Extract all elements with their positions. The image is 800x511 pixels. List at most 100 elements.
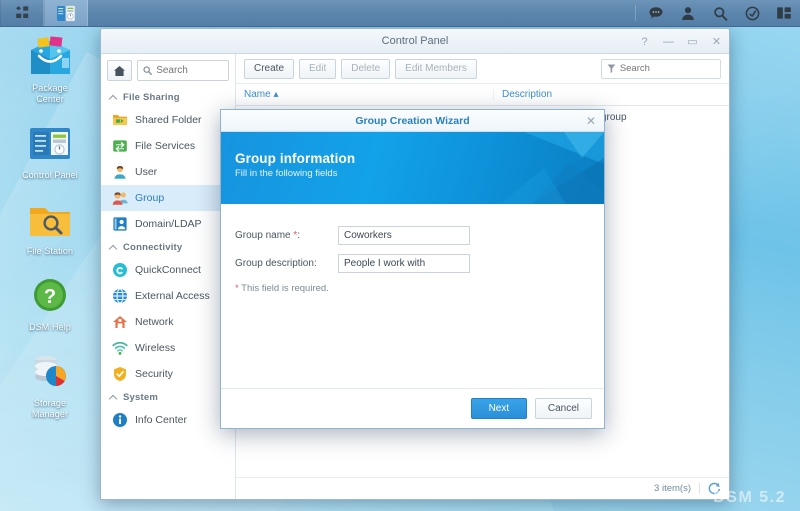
sidebar-group-connectivity[interactable]: Connectivity (101, 237, 235, 257)
page-title: Control Panel (381, 35, 449, 47)
sidebar-group-label: System (123, 392, 158, 403)
taskbar-item-control-panel[interactable] (44, 0, 88, 26)
widgets-icon[interactable] (768, 0, 800, 26)
window-titlebar[interactable]: Control Panel ? — ▭ ✕ (101, 29, 729, 54)
sidebar-group-label: Connectivity (123, 242, 183, 253)
taskbar-tray (631, 0, 800, 26)
sidebar-item-user[interactable]: User (101, 159, 235, 185)
sidebar-item-group[interactable]: Group (101, 185, 235, 211)
sidebar-group-system[interactable]: System (101, 387, 235, 407)
column-header-name[interactable]: Name ▴ (236, 89, 494, 100)
home-button[interactable] (107, 60, 132, 81)
maximize-button[interactable]: ▭ (686, 35, 699, 48)
dialog-form: Group name *: Group description: * This … (221, 204, 604, 388)
toolbar-search[interactable] (601, 58, 721, 79)
group-creation-wizard-dialog: Group Creation Wizard ✕ Group informatio… (220, 109, 605, 429)
sidebar-item-wireless[interactable]: Wireless (101, 335, 235, 361)
sidebar-item-label: File Services (135, 140, 196, 152)
sidebar-group-label: File Sharing (123, 92, 180, 103)
group-description-field[interactable] (338, 254, 470, 273)
desktop-icon-dsm-help[interactable]: ? DSM Help (0, 273, 100, 333)
main-menu-button[interactable] (0, 0, 44, 26)
chevron-up-icon (110, 94, 118, 102)
filter-icon (607, 64, 616, 73)
dsm-version-watermark: DSM 5.2 (713, 489, 786, 506)
control-panel-icon (26, 121, 74, 167)
dialog-title: Group Creation Wizard (355, 115, 470, 127)
edit-members-button[interactable]: Edit Members (395, 58, 477, 79)
desktop-icon-file-station[interactable]: File Station (0, 197, 100, 257)
group-description-label: Group description: (235, 258, 317, 269)
control-panel-icon (57, 5, 76, 21)
sidebar-header (101, 54, 235, 85)
sidebar-item-security[interactable]: Security (101, 361, 235, 387)
column-header-description[interactable]: Description (494, 89, 729, 100)
quickconnect-icon (112, 262, 128, 278)
domain-ldap-icon (112, 216, 128, 232)
file-services-icon (112, 138, 128, 154)
sidebar-search-input[interactable] (156, 65, 223, 76)
external-access-icon (112, 288, 128, 304)
user-account-icon[interactable] (672, 0, 704, 26)
group-name-field[interactable] (338, 226, 470, 245)
package-center-icon (26, 34, 74, 80)
group-icon (112, 190, 128, 206)
cancel-button[interactable]: Cancel (534, 398, 592, 419)
status-divider (699, 483, 700, 494)
sidebar-search[interactable] (137, 60, 229, 81)
sidebar-item-quickconnect[interactable]: QuickConnect (101, 257, 235, 283)
toolbar-search-input[interactable] (619, 63, 715, 74)
sidebar-item-domain-ldap[interactable]: Domain/LDAP (101, 211, 235, 237)
desktop-icon-label: Storage (33, 398, 67, 408)
sidebar-group-file-sharing[interactable]: File Sharing (101, 87, 235, 107)
group-description-label-text: Group description (235, 258, 314, 269)
group-name-label-text: Group name (235, 230, 291, 241)
dialog-subheading: Fill in the following fields (235, 168, 338, 179)
sidebar-item-label: Info Center (135, 414, 187, 426)
close-icon[interactable]: ✕ (586, 110, 596, 132)
status-bar: 3 item(s) (236, 477, 729, 499)
form-row-group-name: Group name *: (235, 226, 604, 245)
sidebar-item-label: Group (135, 192, 165, 204)
notifications-chat-icon[interactable] (640, 0, 672, 26)
desktop-icon-storage-manager[interactable]: Storage Manager (0, 349, 100, 420)
dialog-footer: Next Cancel (221, 388, 604, 428)
sidebar-item-external-access[interactable]: External Access (101, 283, 235, 309)
sidebar-nav-list: File Sharing Shared Folder File Services Us… (101, 85, 235, 499)
group-name-label: Group name *: (235, 230, 301, 241)
sidebar-item-label: Shared Folder (135, 114, 202, 126)
taskbar (0, 0, 800, 27)
sidebar-item-label: Network (135, 316, 174, 328)
dsm-help-icon: ? (26, 273, 74, 319)
system-status-icon[interactable] (736, 0, 768, 26)
edit-button[interactable]: Edit (299, 58, 337, 79)
close-button[interactable]: ✕ (710, 35, 723, 48)
dialog-banner: Group information Fill in the following … (221, 132, 604, 204)
shared-folder-icon (112, 112, 128, 128)
sidebar-item-network[interactable]: Network (101, 309, 235, 335)
sidebar-item-label: QuickConnect (135, 264, 201, 276)
desktop-icon-package-center[interactable]: Package Center (0, 34, 100, 105)
desktop-icon-label: Package (32, 83, 68, 93)
wireless-icon (112, 340, 128, 356)
sidebar-item-shared-folder[interactable]: Shared Folder (101, 107, 235, 133)
next-button[interactable]: Next (470, 398, 527, 419)
home-icon (114, 65, 125, 76)
minimize-button[interactable]: — (662, 35, 675, 48)
search-icon[interactable] (704, 0, 736, 26)
create-button[interactable]: Create (244, 58, 295, 79)
storage-manager-icon (26, 349, 74, 395)
required-asterisk: * (235, 283, 239, 294)
help-button[interactable]: ? (638, 35, 651, 48)
desktop-icon-control-panel[interactable]: Control Panel (0, 121, 100, 181)
search-icon (143, 66, 152, 76)
sidebar-item-info-center[interactable]: Info Center (101, 407, 235, 433)
sidebar-item-label: User (135, 166, 158, 178)
chevron-up-icon (110, 394, 118, 402)
desktop-icon-list: Package Center Control Panel File Statio… (0, 34, 100, 436)
security-icon (112, 366, 128, 382)
info-center-icon (112, 412, 128, 428)
sidebar-item-file-services[interactable]: File Services (101, 133, 235, 159)
delete-button[interactable]: Delete (341, 58, 391, 79)
form-row-group-description: Group description: (235, 254, 604, 273)
